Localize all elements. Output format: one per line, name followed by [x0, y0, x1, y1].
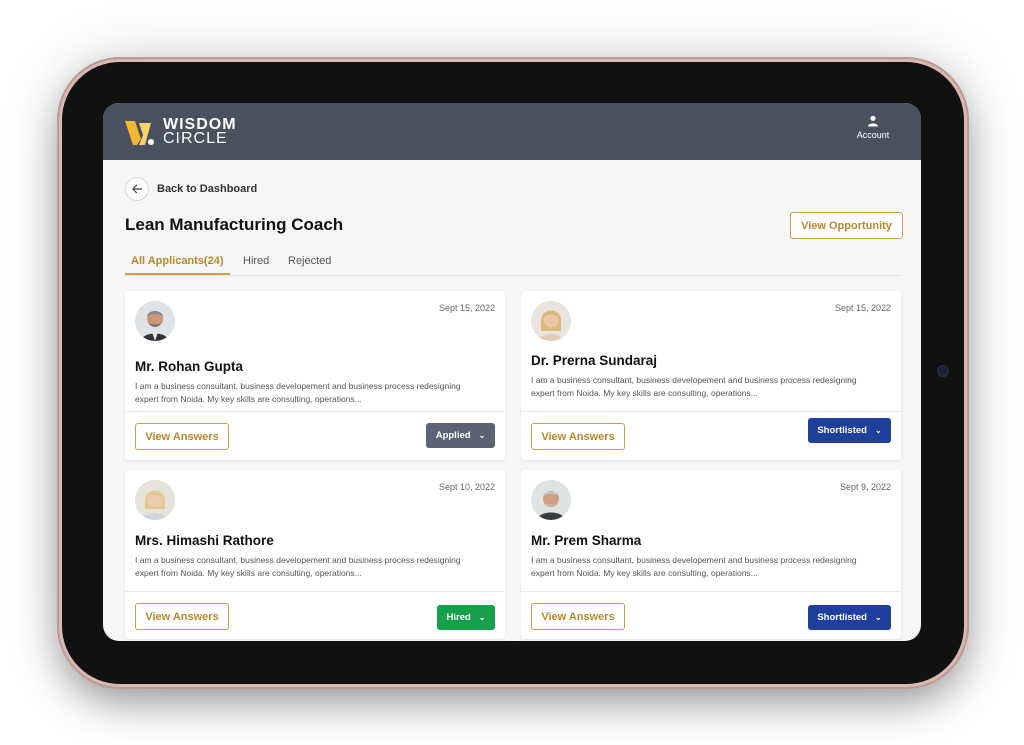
applicant-card: Sept 15, 2022 Dr. Prerna Sundaraj I am a… [521, 291, 901, 460]
chevron-down-icon: ⌄ [874, 426, 882, 435]
view-opportunity-button[interactable]: View Opportunity [790, 212, 903, 239]
arrow-left-icon [125, 177, 149, 201]
tab-rejected[interactable]: Rejected [288, 255, 331, 267]
brand-text: WISDOM CIRCLE [163, 117, 237, 147]
account-label: Account [856, 130, 890, 140]
status-dropdown[interactable]: Shortlisted ⌄ [808, 418, 891, 443]
tab-hired[interactable]: Hired [243, 255, 269, 267]
user-icon [868, 115, 878, 127]
back-to-dashboard-link[interactable]: Back to Dashboard [125, 177, 257, 201]
chevron-down-icon: ⌄ [478, 613, 486, 622]
status-dropdown[interactable]: Applied ⌄ [426, 423, 495, 448]
applicant-card: Sept 15, 2022 Mr. Rohan Gupta I am a bus… [125, 291, 505, 460]
applied-date: Sept 15, 2022 [438, 303, 495, 313]
page-title: Lean Manufacturing Coach [125, 215, 344, 234]
back-label: Back to Dashboard [157, 183, 258, 195]
tab-all-applicants[interactable]: All Applicants(24) [125, 255, 230, 275]
avatar [135, 301, 175, 341]
wisdom-circle-logo-icon [125, 117, 157, 147]
account-button[interactable]: Account [851, 115, 895, 140]
top-bar: WISDOM CIRCLE Account [103, 103, 921, 160]
card-divider [521, 411, 901, 412]
applicant-description: I am a business consultant, business dev… [531, 375, 857, 398]
avatar [531, 480, 571, 520]
status-label: Shortlisted [817, 425, 867, 436]
status-label: Shortlisted [817, 612, 867, 623]
status-dropdown[interactable]: Shortlisted ⌄ [808, 605, 891, 630]
card-divider [125, 411, 505, 412]
applicant-description: I am a business consultant, business dev… [135, 381, 461, 404]
applied-date: Sept 9, 2022 [839, 482, 891, 492]
view-answers-button[interactable]: View Answers [531, 423, 625, 450]
brand-logo[interactable]: WISDOM CIRCLE [125, 117, 237, 147]
applicant-name[interactable]: Dr. Prerna Sundaraj [531, 353, 657, 368]
card-divider [125, 591, 505, 592]
avatar [531, 301, 571, 341]
view-answers-button[interactable]: View Answers [135, 603, 229, 630]
chevron-down-icon: ⌄ [478, 431, 486, 440]
applicant-tabs: All Applicants(24) Hired Rejected [125, 253, 901, 276]
applicant-name[interactable]: Mrs. Himashi Rathore [135, 533, 274, 548]
camera-dot [937, 365, 949, 377]
status-label: Hired [446, 612, 471, 623]
applicant-description: I am a business consultant, business dev… [135, 555, 461, 578]
view-answers-button[interactable]: View Answers [531, 603, 625, 630]
card-divider [521, 591, 901, 592]
applicant-name[interactable]: Mr. Prem Sharma [531, 533, 641, 548]
applicant-description: I am a business consultant, business dev… [531, 555, 857, 578]
applicant-name[interactable]: Mr. Rohan Gupta [135, 359, 243, 374]
app-screen: WISDOM CIRCLE Account Back to Dashboard … [103, 103, 921, 641]
status-label: Applied [435, 430, 471, 441]
applied-date: Sept 15, 2022 [834, 303, 891, 313]
chevron-down-icon: ⌄ [874, 613, 882, 622]
applied-date: Sept 10, 2022 [438, 482, 495, 492]
applicant-card: Sept 9, 2022 Mr. Prem Sharma I am a busi… [521, 470, 901, 639]
brand-line2: CIRCLE [163, 130, 228, 147]
applicant-card: Sept 10, 2022 Mrs. Himashi Rathore I am … [125, 470, 505, 639]
view-answers-button[interactable]: View Answers [135, 423, 229, 450]
status-dropdown[interactable]: Hired ⌄ [437, 605, 495, 630]
avatar [135, 480, 175, 520]
